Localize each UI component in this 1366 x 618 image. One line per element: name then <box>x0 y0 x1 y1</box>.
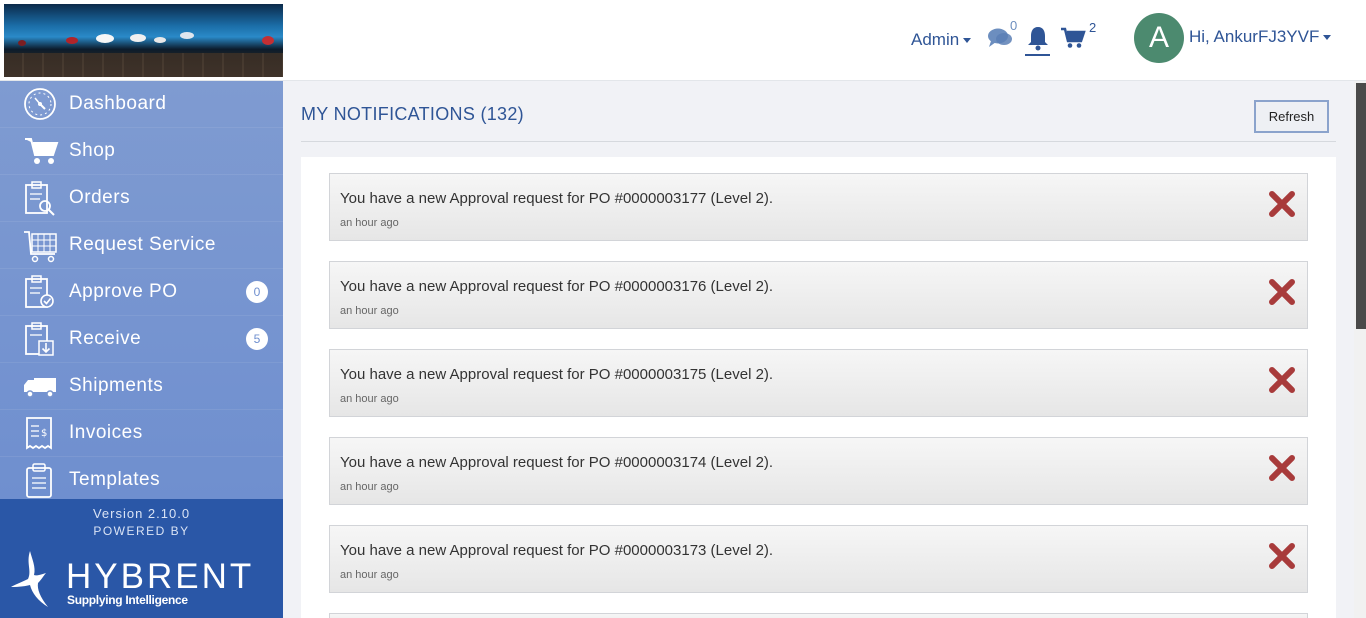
notification-message: You have a new Approval request for PO #… <box>340 454 774 471</box>
notification-item[interactable]: You have a new Approval request for PO #… <box>329 261 1308 329</box>
approve-po-count-badge: 0 <box>246 281 268 303</box>
notification-time: an hour ago <box>340 217 399 229</box>
notification-time: an hour ago <box>340 569 399 581</box>
sidebar-item-shipments[interactable]: Shipments <box>0 363 283 410</box>
invoice-icon: $ <box>26 417 52 450</box>
clipboard-list-icon <box>26 463 52 498</box>
sidebar-item-label: Shipments <box>69 375 164 396</box>
brand-tagline: Supplying Intelligence <box>67 593 188 607</box>
refresh-button[interactable]: Refresh <box>1254 100 1329 133</box>
dashboard-gauge-icon <box>24 88 56 120</box>
page-title: MY NOTIFICATIONS (132) <box>301 104 524 124</box>
grid-cart-icon <box>24 231 57 263</box>
powered-by-label: POWERED BY <box>93 524 190 538</box>
notification-item-partial[interactable] <box>329 613 1308 618</box>
sidebar-item-approve-po[interactable]: Approve PO 0 <box>0 269 283 316</box>
truck-icon <box>24 378 56 398</box>
top-header: Admin 0 2 A Hi, AnkurFJ3YVF <box>0 0 1366 81</box>
notification-time: an hour ago <box>340 393 399 405</box>
clipboard-check-icon <box>25 275 54 308</box>
sidebar-item-label: Approve PO <box>69 281 178 302</box>
chevron-down-icon <box>963 38 972 44</box>
notification-item[interactable]: You have a new Approval request for PO #… <box>329 349 1308 417</box>
app-version: Version 2.10.0 <box>92 506 191 521</box>
sidebar-item-label: Receive <box>69 328 142 349</box>
brand-name: HYBRENT <box>66 557 255 596</box>
svg-text:$: $ <box>41 428 47 439</box>
sidebar-item-label: Request Service <box>69 234 216 255</box>
sidebar-item-label: Dashboard <box>69 93 167 114</box>
sidebar-item-label: Templates <box>69 469 161 490</box>
notification-time: an hour ago <box>340 305 399 317</box>
close-icon[interactable] <box>1268 542 1296 570</box>
sidebar-item-dashboard[interactable]: Dashboard <box>0 81 283 128</box>
notification-item[interactable]: You have a new Approval request for PO #… <box>329 173 1308 241</box>
chat-count-badge: 0 <box>1010 18 1018 33</box>
receive-count-badge: 5 <box>246 328 268 350</box>
close-icon[interactable] <box>1268 278 1296 306</box>
sidebar-item-receive[interactable]: Receive 5 <box>0 316 283 363</box>
close-icon[interactable] <box>1268 454 1296 482</box>
clipboard-download-icon <box>25 322 54 356</box>
bell-active-underline <box>1025 54 1050 56</box>
sidebar-item-invoices[interactable]: $ Invoices <box>0 410 283 457</box>
chevron-down-icon <box>1323 35 1332 41</box>
sidebar: Dashboard Shop Orders Request Service Ap… <box>0 81 283 504</box>
notifications-panel: You have a new Approval request for PO #… <box>301 157 1336 618</box>
sidebar-item-shop[interactable]: Shop <box>0 128 283 175</box>
sidebar-item-request-service[interactable]: Request Service <box>0 222 283 269</box>
header-banner-image <box>4 4 283 77</box>
cart-count-badge: 2 <box>1089 20 1097 35</box>
notification-message: You have a new Approval request for PO #… <box>340 190 774 207</box>
cart-icon[interactable] <box>1060 27 1086 49</box>
sidebar-item-orders[interactable]: Orders <box>0 175 283 222</box>
notification-message: You have a new Approval request for PO #… <box>340 366 774 383</box>
main-content: MY NOTIFICATIONS (132) Refresh You have … <box>283 81 1354 618</box>
scrollbar-thumb[interactable] <box>1356 83 1366 329</box>
sidebar-item-label: Invoices <box>69 422 143 443</box>
user-avatar[interactable]: A <box>1134 13 1184 63</box>
page-scrollbar[interactable] <box>1354 81 1366 618</box>
bell-icon[interactable] <box>1027 25 1049 51</box>
notification-time: an hour ago <box>340 481 399 493</box>
user-greeting: Hi, AnkurFJ3YVF <box>1189 27 1320 46</box>
sidebar-item-label: Orders <box>69 187 131 208</box>
notification-message: You have a new Approval request for PO #… <box>340 542 774 559</box>
title-divider <box>301 141 1336 142</box>
hybrent-bird-logo-icon <box>11 551 48 607</box>
cart-icon <box>25 138 59 164</box>
notification-item[interactable]: You have a new Approval request for PO #… <box>329 437 1308 505</box>
admin-label: Admin <box>911 30 960 49</box>
close-icon[interactable] <box>1268 190 1296 218</box>
admin-dropdown[interactable]: Admin <box>911 30 972 50</box>
notification-item[interactable]: You have a new Approval request for PO #… <box>329 525 1308 593</box>
sidebar-footer: Version 2.10.0 POWERED BY HYBRENT Supply… <box>0 499 283 618</box>
close-icon[interactable] <box>1268 366 1296 394</box>
sidebar-item-templates[interactable]: Templates <box>0 457 283 504</box>
user-dropdown[interactable]: Hi, AnkurFJ3YVF <box>1189 27 1332 47</box>
sidebar-item-label: Shop <box>69 140 116 161</box>
notification-message: You have a new Approval request for PO #… <box>340 278 774 295</box>
clipboard-search-icon <box>25 181 55 216</box>
